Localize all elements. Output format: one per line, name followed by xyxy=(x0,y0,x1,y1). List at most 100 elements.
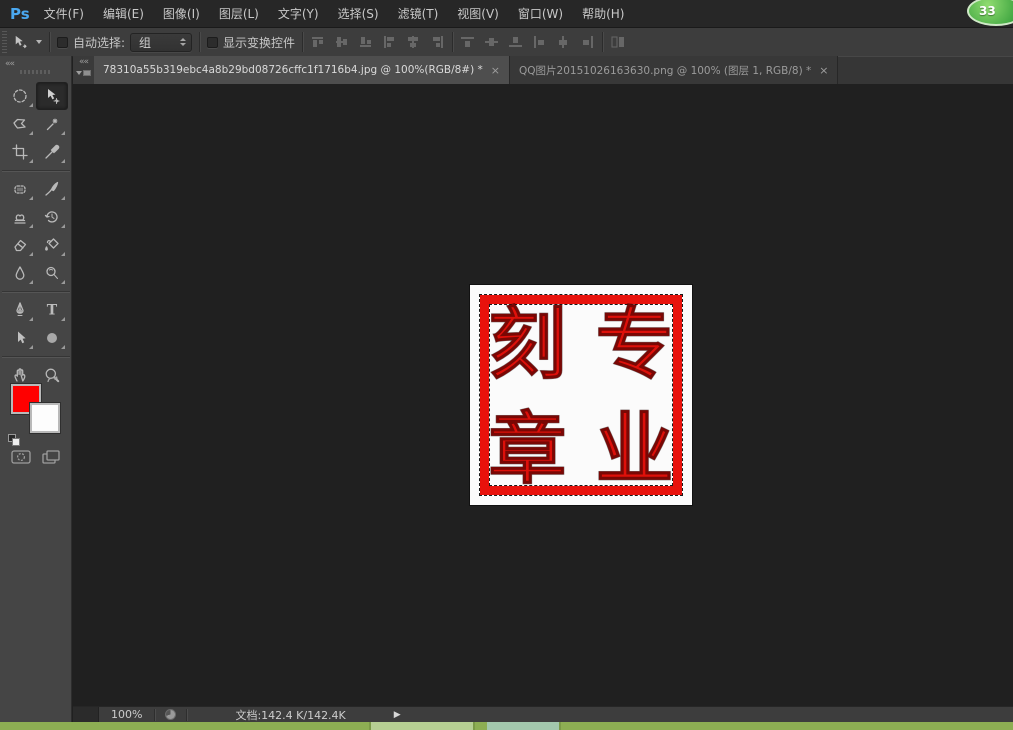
move-tool-icon xyxy=(15,35,27,48)
tool-elliptical-marquee[interactable] xyxy=(4,82,36,110)
align-bottom-edges-icon[interactable] xyxy=(358,35,373,49)
stamp-char-zhuan: 专 xyxy=(595,299,674,390)
path-selection-icon xyxy=(18,331,26,344)
eraser-icon xyxy=(14,239,27,252)
adobe-drive-icon[interactable] xyxy=(165,709,177,720)
current-tool-indicator[interactable] xyxy=(11,34,42,51)
auto-align-layers-icon[interactable] xyxy=(610,35,626,49)
tool-brush[interactable] xyxy=(36,175,68,203)
tool-ellipse-shape[interactable] xyxy=(36,324,68,352)
menu-layer[interactable]: 图层(L) xyxy=(219,5,259,22)
tool-paint-bucket[interactable] xyxy=(36,231,68,259)
quick-mask-mode-icon[interactable] xyxy=(10,448,32,466)
show-transform-controls-checkbox[interactable] xyxy=(207,36,219,48)
menu-bar: Ps 文件(F) 编辑(E) 图像(I) 图层(L) 文字(Y) 选择(S) 滤… xyxy=(0,0,1013,28)
tool-polygonal-lasso[interactable] xyxy=(4,110,36,138)
tools-panel: «« T xyxy=(0,56,72,722)
align-left-edges-icon[interactable] xyxy=(382,35,397,49)
tool-eraser[interactable] xyxy=(4,231,36,259)
align-horizontal-centers-icon[interactable] xyxy=(406,35,421,49)
distribute-vertical-centers-icon[interactable] xyxy=(484,35,499,49)
tool-options-bar: 自动选择: 组 显示变换控件 xyxy=(0,28,1013,57)
photoshop-logo: Ps xyxy=(10,4,30,23)
crop-icon xyxy=(12,144,28,160)
options-separator xyxy=(302,32,304,52)
status-separator xyxy=(154,708,156,721)
tool-path-selection[interactable] xyxy=(4,324,36,352)
distribute-bottom-edges-icon[interactable] xyxy=(508,35,523,49)
tool-crop[interactable] xyxy=(4,138,36,166)
type-tool-icon: T xyxy=(47,303,58,319)
distribute-left-edges-icon[interactable] xyxy=(532,35,547,49)
brush-icon xyxy=(45,181,59,196)
auto-select-label: 自动选择: xyxy=(73,35,126,50)
taskbar-strip xyxy=(0,722,1013,730)
status-bar: 100% 文档:142.4 K/142.4K ▶ xyxy=(73,706,1013,722)
distribute-top-edges-icon[interactable] xyxy=(460,35,475,49)
options-separator xyxy=(452,32,454,52)
tool-blur[interactable] xyxy=(4,259,36,287)
document-size-info: 文档:142.4 K/142.4K xyxy=(235,708,346,722)
status-options-arrow-icon[interactable]: ▶ xyxy=(394,710,401,720)
document-tab-2[interactable]: QQ图片20151026163630.png @ 100% (图层 1, RGB… xyxy=(510,56,839,84)
document-tab-2-close-icon[interactable]: × xyxy=(819,64,828,77)
menu-file[interactable]: 文件(F) xyxy=(44,5,84,22)
menu-window[interactable]: 窗口(W) xyxy=(518,5,563,22)
menu-image[interactable]: 图像(I) xyxy=(163,5,200,22)
panel-grabber[interactable] xyxy=(20,70,52,74)
auto-select-checkbox[interactable] xyxy=(57,36,68,48)
default-colors-icon[interactable] xyxy=(8,434,22,448)
tool-magic-wand[interactable] xyxy=(36,110,68,138)
align-right-edges-icon[interactable] xyxy=(430,35,445,49)
distribute-horizontal-centers-icon[interactable] xyxy=(556,35,571,49)
history-brush-icon xyxy=(44,211,58,223)
stamp-characters: 刻 专 章 业 xyxy=(470,285,692,505)
screen-mode-icon[interactable] xyxy=(40,448,62,466)
menu-select[interactable]: 选择(S) xyxy=(338,5,379,22)
tool-eyedropper[interactable] xyxy=(36,138,68,166)
taskbar-segment xyxy=(369,722,475,730)
options-separator xyxy=(199,32,201,52)
tool-pen[interactable] xyxy=(4,296,36,324)
background-color-swatch[interactable] xyxy=(30,403,60,433)
move-tool-icon xyxy=(48,89,60,104)
dodge-icon xyxy=(46,266,58,279)
distribute-right-edges-icon[interactable] xyxy=(580,35,595,49)
tool-move[interactable] xyxy=(36,82,68,110)
panel-menu-icon[interactable] xyxy=(76,70,91,76)
tool-spot-healing-brush[interactable] xyxy=(4,175,36,203)
show-transform-controls-label: 显示变换控件 xyxy=(223,35,296,50)
document-tab-1-close-icon[interactable]: × xyxy=(491,64,500,77)
menu-filter[interactable]: 滤镜(T) xyxy=(398,5,439,22)
canvas-area[interactable]: 刻 专 章 业 xyxy=(73,84,1013,706)
status-bar-notch xyxy=(73,707,99,722)
document-tab-1[interactable]: 78310a55b319ebc4a8b29bd08726cffc1f1716b4… xyxy=(94,56,511,84)
collapse-panel-icon[interactable]: «« xyxy=(5,60,15,69)
svg-text:T: T xyxy=(47,303,58,319)
tool-grid: T xyxy=(2,82,70,389)
document-tab-1-title: 78310a55b319ebc4a8b29bd08726cffc1f1716b4… xyxy=(103,64,483,76)
taskbar-segment xyxy=(487,722,561,730)
options-separator xyxy=(602,32,604,52)
ellipse-shape-icon xyxy=(47,333,57,343)
menu-edit[interactable]: 编辑(E) xyxy=(103,5,144,22)
paint-bucket-icon xyxy=(45,238,59,251)
swap-colors-icon[interactable] xyxy=(46,374,62,386)
clone-stamp-icon xyxy=(14,214,26,224)
dock-corner: «« xyxy=(73,56,94,84)
options-bar-grabber[interactable] xyxy=(2,31,7,53)
align-top-edges-icon[interactable] xyxy=(310,35,325,49)
menu-view[interactable]: 视图(V) xyxy=(457,5,499,22)
tool-preset-caret-icon xyxy=(36,40,42,44)
menu-help[interactable]: 帮助(H) xyxy=(582,5,624,22)
auto-select-target-dropdown[interactable]: 组 xyxy=(130,32,193,52)
stamp-char-zhang: 章 xyxy=(488,405,567,496)
menu-type[interactable]: 文字(Y) xyxy=(278,5,319,22)
align-vertical-centers-icon[interactable] xyxy=(334,35,349,49)
collapse-dock-icon[interactable]: «« xyxy=(79,58,89,67)
zoom-level-field[interactable]: 100% xyxy=(99,708,154,721)
tool-type[interactable]: T xyxy=(36,296,68,324)
tool-dodge[interactable] xyxy=(36,259,68,287)
tool-clone-stamp[interactable] xyxy=(4,203,36,231)
tool-history-brush[interactable] xyxy=(36,203,68,231)
